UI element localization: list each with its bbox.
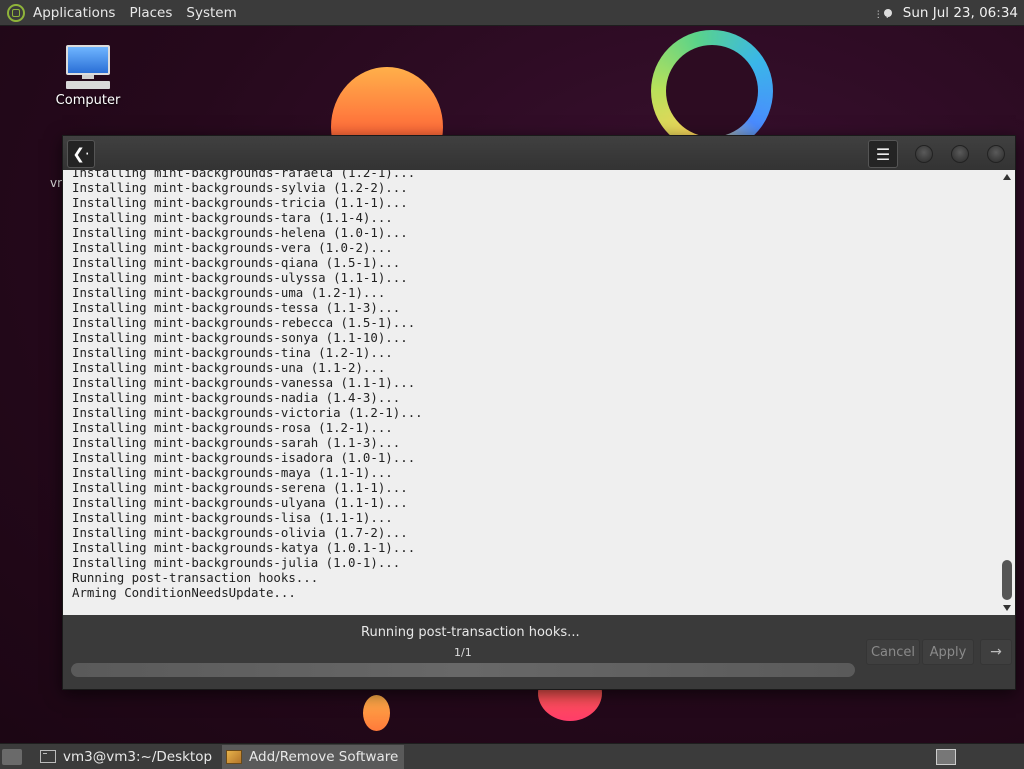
log-line: Installing mint-backgrounds-olivia (1.7-… bbox=[72, 525, 408, 540]
back-button[interactable]: ❮· bbox=[67, 140, 95, 168]
desktop-icon-partial-label[interactable]: vr bbox=[50, 176, 62, 190]
arrow-right-icon: → bbox=[990, 644, 1002, 660]
log-line: Installing mint-backgrounds-tina (1.2-1)… bbox=[72, 345, 393, 360]
computer-icon bbox=[64, 45, 112, 79]
log-line: Installing mint-backgrounds-victoria (1.… bbox=[72, 405, 423, 420]
log-line: Installing mint-backgrounds-tara (1.1-4)… bbox=[72, 210, 393, 225]
window-titlebar[interactable]: ❮· ☰ bbox=[63, 136, 1015, 170]
network-key-icon[interactable]: ⋮⋮ bbox=[874, 6, 892, 20]
progress-bar bbox=[71, 663, 855, 677]
clock[interactable]: Sun Jul 23, 06:34 bbox=[903, 5, 1018, 21]
taskbar: vm3@vm3:~/Desktop Add/Remove Software bbox=[0, 743, 1024, 769]
progress-fill bbox=[71, 663, 855, 677]
log-line: Installing mint-backgrounds-rafaela (1.2… bbox=[72, 170, 416, 180]
log-scrollbar[interactable] bbox=[999, 170, 1015, 615]
top-panel: Applications Places System ⋮⋮ Sun Jul 23… bbox=[0, 0, 1024, 26]
log-line: Installing mint-backgrounds-uma (1.2-1).… bbox=[72, 285, 386, 300]
log-line: Installing mint-backgrounds-sonya (1.1-1… bbox=[72, 330, 408, 345]
log-line: Installing mint-backgrounds-vera (1.0-2)… bbox=[72, 240, 393, 255]
log-line: Installing mint-backgrounds-qiana (1.5-1… bbox=[72, 255, 401, 270]
cancel-button[interactable]: Cancel bbox=[866, 639, 920, 665]
scrollbar-thumb[interactable] bbox=[1002, 560, 1012, 600]
apply-button[interactable]: Apply bbox=[922, 639, 974, 665]
desktop-icon-computer[interactable]: Computer bbox=[52, 45, 124, 108]
transaction-log[interactable]: Installing mint-backgrounds-rafaela (1.2… bbox=[63, 170, 999, 615]
log-line: Installing mint-backgrounds-julia (1.0-1… bbox=[72, 555, 401, 570]
log-line: Installing mint-backgrounds-nadia (1.4-3… bbox=[72, 390, 401, 405]
task-terminal[interactable]: vm3@vm3:~/Desktop bbox=[36, 745, 218, 769]
close-button[interactable] bbox=[987, 145, 1005, 163]
log-line: Installing mint-backgrounds-rosa (1.2-1)… bbox=[72, 420, 393, 435]
log-line: Installing mint-backgrounds-isadora (1.0… bbox=[72, 450, 416, 465]
menu-applications[interactable]: Applications bbox=[33, 5, 115, 21]
next-button[interactable]: → bbox=[980, 639, 1012, 665]
scroll-up-icon[interactable] bbox=[1003, 174, 1011, 180]
mint-logo-icon[interactable] bbox=[7, 3, 25, 22]
log-line: Installing mint-backgrounds-serena (1.1-… bbox=[72, 480, 408, 495]
task-label: vm3@vm3:~/Desktop bbox=[63, 748, 213, 765]
log-line: Installing mint-backgrounds-tessa (1.1-3… bbox=[72, 300, 401, 315]
wallpaper-small-shape bbox=[363, 695, 390, 731]
log-line: Installing mint-backgrounds-una (1.1-2).… bbox=[72, 360, 386, 375]
task-add-remove-software[interactable]: Add/Remove Software bbox=[222, 744, 405, 769]
log-line: Installing mint-backgrounds-lisa (1.1-1)… bbox=[72, 510, 393, 525]
log-line: Installing mint-backgrounds-tricia (1.1-… bbox=[72, 195, 408, 210]
log-line: Installing mint-backgrounds-helena (1.0-… bbox=[72, 225, 408, 240]
log-line: Installing mint-backgrounds-ulyana (1.1-… bbox=[72, 495, 408, 510]
package-icon bbox=[226, 749, 243, 764]
progress-count: 1/1 bbox=[454, 646, 472, 659]
log-line: Arming ConditionNeedsUpdate... bbox=[72, 585, 296, 600]
log-line: Installing mint-backgrounds-rebecca (1.5… bbox=[72, 315, 416, 330]
log-line: Running post-transaction hooks... bbox=[72, 570, 319, 585]
terminal-icon bbox=[40, 750, 56, 763]
workspace-switcher[interactable] bbox=[936, 748, 956, 765]
log-lines: Installing mint-backgrounds-rafaela (1.2… bbox=[72, 170, 999, 600]
menu-button[interactable]: ☰ bbox=[868, 140, 898, 168]
log-line: Installing mint-backgrounds-maya (1.1-1)… bbox=[72, 465, 393, 480]
software-manager-window: ❮· ☰ Installing mint-backgrounds-rafaela… bbox=[62, 135, 1016, 690]
minimize-button[interactable] bbox=[915, 145, 933, 163]
maximize-button[interactable] bbox=[951, 145, 969, 163]
menu-places[interactable]: Places bbox=[129, 5, 172, 21]
log-line: Installing mint-backgrounds-katya (1.0.1… bbox=[72, 540, 416, 555]
status-text: Running post-transaction hooks... bbox=[361, 625, 580, 640]
hamburger-menu-icon: ☰ bbox=[875, 144, 891, 164]
back-arrow-icon: ❮· bbox=[72, 145, 90, 163]
log-line: Installing mint-backgrounds-sarah (1.1-3… bbox=[72, 435, 401, 450]
transaction-status-bar: Running post-transaction hooks... 1/1 Ca… bbox=[63, 615, 1015, 689]
menu-system[interactable]: System bbox=[186, 5, 236, 21]
scroll-down-icon[interactable] bbox=[1003, 605, 1011, 611]
wallpaper-ring-shape bbox=[651, 30, 773, 152]
task-label: Add/Remove Software bbox=[249, 748, 399, 765]
desktop-icon-label: Computer bbox=[55, 93, 121, 108]
show-desktop-icon[interactable] bbox=[2, 748, 22, 765]
log-line: Installing mint-backgrounds-ulyssa (1.1-… bbox=[72, 270, 408, 285]
log-line: Installing mint-backgrounds-sylvia (1.2-… bbox=[72, 180, 408, 195]
log-line: Installing mint-backgrounds-vanessa (1.1… bbox=[72, 375, 416, 390]
